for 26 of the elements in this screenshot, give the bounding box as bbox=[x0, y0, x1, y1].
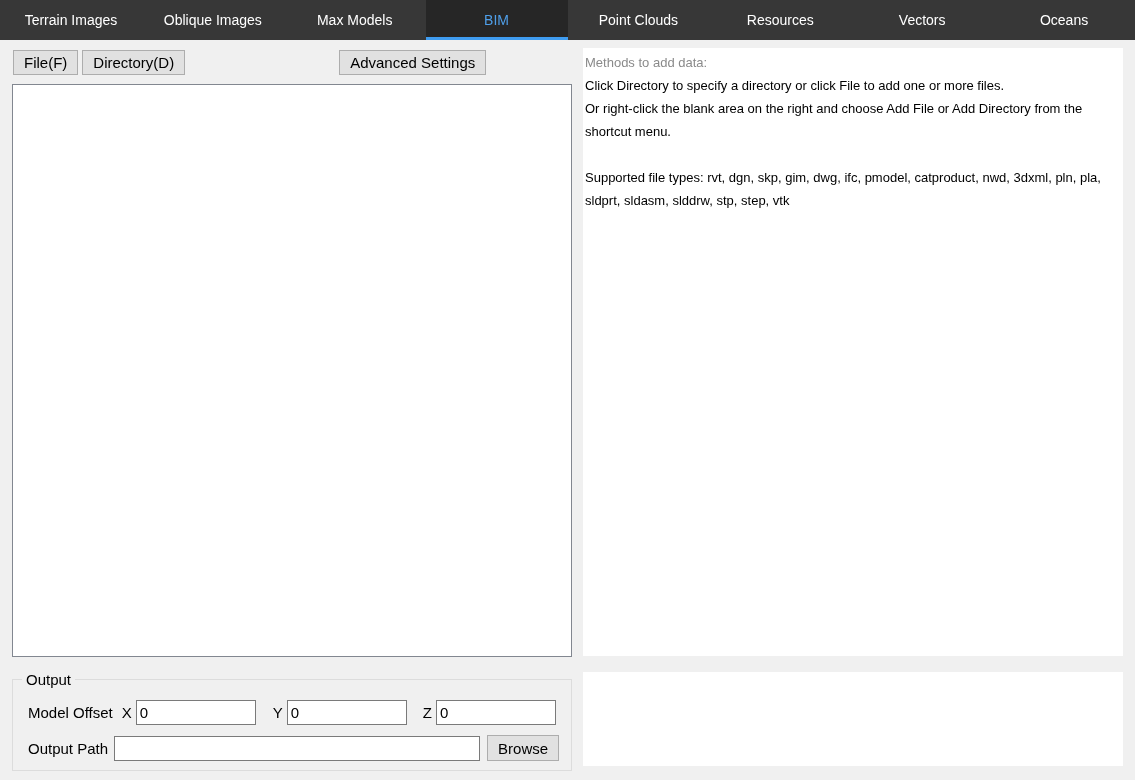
tab[interactable]: Point Clouds bbox=[567, 0, 710, 40]
help-text: Click Directory to specify a directory or click File to add one or more files. bbox=[585, 77, 1006, 95]
field-label: Output Path bbox=[28, 739, 109, 757]
help-text: Or right-click the blank area on the right and choose Add File or Add Directory from the shortcut menu. bbox=[585, 100, 1084, 141]
advanced-settings-button[interactable]: Advanced Settings bbox=[339, 50, 487, 75]
tab[interactable]: Terrain Images bbox=[0, 0, 142, 40]
axis-label: X bbox=[121, 704, 132, 721]
tab[interactable]: Max Models bbox=[283, 0, 426, 40]
toolbar-button[interactable]: File(F) bbox=[13, 50, 79, 75]
axis-label: Y bbox=[272, 704, 283, 721]
tab[interactable]: BIM bbox=[425, 0, 568, 40]
tab[interactable]: Oceans bbox=[993, 0, 1135, 40]
toolbar-button[interactable]: Directory(D) bbox=[82, 50, 186, 75]
offset-field[interactable]: 0 bbox=[286, 700, 407, 725]
help-text: Supported file types: rvt, dgn, skp, gim, dwg, ifc, pmodel, catproduct, nwd, 3dxml, pln, pla, sldprt, sldasm, slddrw, stp, step, vtk bbox=[585, 169, 1102, 210]
offset-field[interactable]: 0 bbox=[135, 700, 256, 725]
browse-button[interactable]: Browse bbox=[487, 735, 560, 761]
group-title: Output bbox=[25, 671, 73, 688]
field-label: Model Offset bbox=[28, 704, 113, 721]
tab[interactable]: Resources bbox=[709, 0, 852, 40]
output-path-field[interactable] bbox=[114, 735, 481, 761]
help-title: Methods to add data: bbox=[585, 54, 709, 72]
tab[interactable]: Oblique Images bbox=[141, 0, 284, 40]
offset-field[interactable]: 0 bbox=[435, 700, 556, 725]
axis-label: Z bbox=[422, 704, 432, 721]
tab[interactable]: Vectors bbox=[851, 0, 994, 40]
